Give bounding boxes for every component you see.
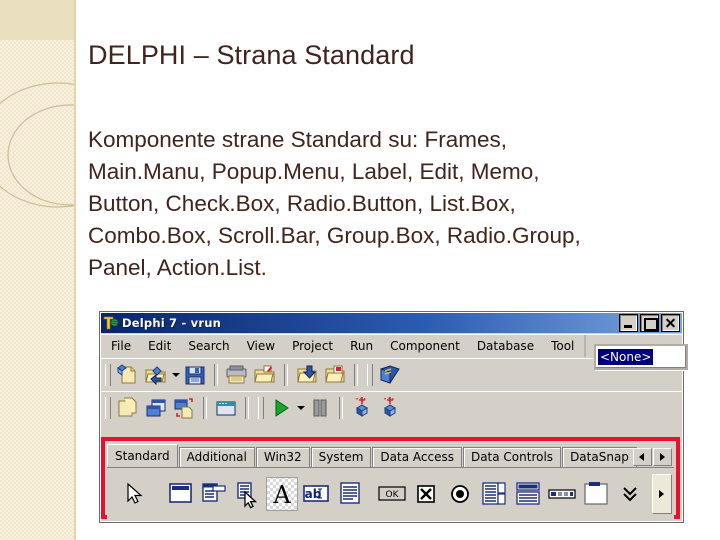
close-button[interactable]: [661, 314, 680, 332]
body-line: Button, Check.Box, Radio.Button, List.Bo…: [88, 191, 516, 216]
band-edge: [74, 0, 76, 540]
checkbox-icon[interactable]: [411, 478, 441, 510]
body-line: Panel, Action.List.: [88, 255, 267, 280]
tab-standard[interactable]: Standard: [107, 444, 178, 467]
listbox-icon[interactable]: [479, 478, 509, 510]
toolbar-separator: [203, 396, 207, 419]
body-line: Komponente strane Standard su: Frames,: [88, 127, 507, 152]
toggle-form-unit-icon[interactable]: [171, 395, 197, 421]
svg-text:A: A: [272, 481, 291, 509]
toolbar-separator: [354, 363, 358, 386]
tab-additional[interactable]: Additional: [178, 447, 255, 467]
save-all-icon[interactable]: [224, 362, 250, 388]
scroll-left-arrow-icon[interactable]: [633, 448, 652, 466]
toolbar-separator: [284, 363, 288, 386]
save-icon[interactable]: [182, 362, 208, 388]
decorative-side-band: [0, 0, 76, 540]
label-icon[interactable]: A: [266, 477, 298, 511]
scrollbar-icon[interactable]: [547, 478, 577, 510]
groupbox-icon[interactable]: [581, 478, 611, 510]
maximize-button[interactable]: [640, 314, 659, 332]
tab-datasnap[interactable]: DataSnap: [562, 447, 637, 467]
toolbar-separator: [339, 396, 343, 419]
tab-win32[interactable]: Win32: [255, 447, 310, 467]
delphi-ide-window: Delphi 7 - vrun File Edit Search View Pr…: [99, 311, 684, 523]
menu-item-search[interactable]: Search: [188, 339, 229, 353]
tab-data-controls[interactable]: Data Controls: [462, 447, 562, 467]
radiobutton-icon[interactable]: [445, 478, 475, 510]
open-project-icon[interactable]: [252, 362, 278, 388]
menu-item-component[interactable]: Component: [390, 339, 460, 353]
delphi7-logo-icon: [103, 315, 119, 331]
new-item-icon[interactable]: [115, 362, 141, 388]
toolbar-grip[interactable]: [258, 396, 264, 419]
step-over-icon[interactable]: [377, 395, 403, 421]
desktop-layout-value: <None>: [598, 349, 654, 365]
body-line: Main.Manu, Popup.Menu, Label, Edit, Memo…: [88, 159, 540, 184]
scroll-right-arrow-icon[interactable]: [653, 448, 672, 466]
button-icon[interactable]: OK: [377, 478, 407, 510]
radiogroup-icon[interactable]: [615, 478, 645, 510]
presentation-slide: DELPHI – Strana Standard Komponente stra…: [0, 0, 720, 540]
minimize-button[interactable]: [619, 314, 638, 332]
open-file-icon[interactable]: [143, 362, 169, 388]
popupmenu-icon[interactable]: [233, 478, 263, 510]
window-title: Delphi 7 - vrun: [122, 316, 221, 330]
run-dropdown-arrow[interactable]: [295, 395, 306, 421]
tab-system[interactable]: System: [310, 447, 372, 467]
view-unit-icon[interactable]: [115, 395, 141, 421]
palette-component-row: A ab OK: [107, 467, 674, 520]
toolbar-separator: [245, 396, 249, 419]
frames-icon[interactable]: [165, 478, 195, 510]
memo-icon[interactable]: [335, 478, 365, 510]
combobox-icon[interactable]: [513, 478, 543, 510]
pointer-tool-icon[interactable]: [117, 478, 147, 510]
svg-text:OK: OK: [386, 490, 400, 500]
pause-icon[interactable]: [307, 395, 333, 421]
edit-icon[interactable]: ab: [301, 478, 331, 510]
toolbar-grip[interactable]: [367, 363, 373, 386]
menu-item-run[interactable]: Run: [350, 339, 373, 353]
menu-item-tools[interactable]: Tool: [551, 339, 574, 353]
remove-from-project-icon[interactable]: [322, 362, 348, 388]
menu-item-database[interactable]: Database: [477, 339, 534, 353]
view-form-icon[interactable]: [143, 395, 169, 421]
toolbar-row-2: [101, 391, 682, 423]
run-icon[interactable]: [268, 395, 294, 421]
palette-tabs: Standard Additional Win32 System Data Ac…: [107, 443, 674, 467]
palette-tab-scrollers: [633, 448, 672, 466]
palette-scroll-right-icon[interactable]: [652, 474, 672, 514]
window-controls: [619, 314, 680, 332]
desktop-layout-combobox[interactable]: <None>: [594, 344, 688, 370]
decorative-arcs: [0, 82, 76, 208]
open-dropdown-arrow[interactable]: [170, 362, 181, 388]
slide-body-text: Komponente strane Standard su: Frames, M…: [88, 124, 698, 284]
window-titlebar: Delphi 7 - vrun: [101, 313, 682, 333]
menu-item-file[interactable]: File: [111, 339, 131, 353]
component-palette: Standard Additional Win32 System Data Ac…: [101, 437, 680, 520]
page-title: DELPHI – Strana Standard: [88, 40, 415, 70]
new-form-icon[interactable]: [213, 395, 239, 421]
toolbar-separator: [214, 363, 218, 386]
mainmenu-icon[interactable]: [199, 478, 229, 510]
toolbar-grip[interactable]: [105, 363, 111, 386]
help-contents-icon[interactable]: [377, 362, 403, 388]
menu-item-view[interactable]: View: [247, 339, 275, 353]
add-to-project-icon[interactable]: [294, 362, 320, 388]
menu-item-project[interactable]: Project: [292, 339, 333, 353]
trace-into-icon[interactable]: [349, 395, 375, 421]
body-line: Combo.Box, Scroll.Bar, Group.Box, Radio.…: [88, 223, 581, 248]
menu-item-edit[interactable]: Edit: [148, 339, 171, 353]
tab-data-access[interactable]: Data Access: [372, 447, 462, 467]
toolbar-grip[interactable]: [105, 396, 111, 419]
